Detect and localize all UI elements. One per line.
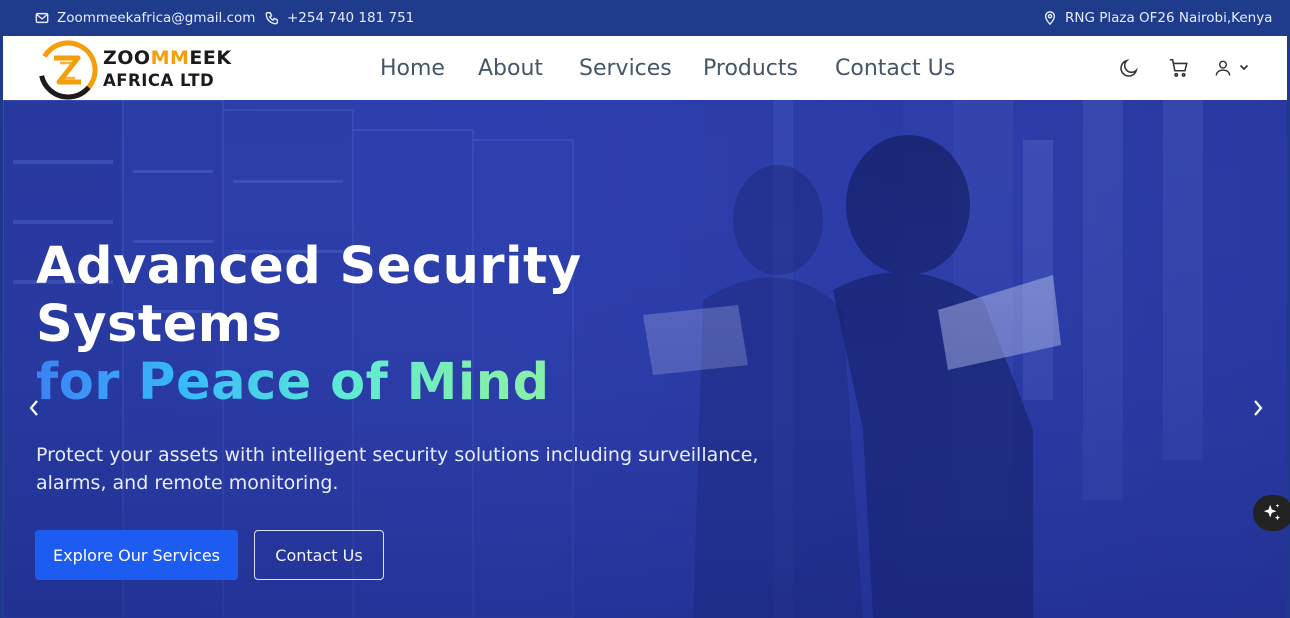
hero-slider: Advanced Security Systems for Peace of M… [3, 100, 1287, 618]
address-contact: RNG Plaza OF26 Nairobi,Kenya [1043, 0, 1272, 36]
hero-title-line1: Advanced Security [36, 237, 582, 296]
hero-title-line2: Systems [36, 295, 283, 354]
email-contact[interactable]: Zoommeekafrica@gmail.com [35, 0, 255, 36]
ai-assistant-button[interactable] [1253, 495, 1290, 531]
slider-prev-button[interactable] [27, 398, 41, 422]
chevron-right-icon [1254, 400, 1263, 416]
nav-item-about[interactable]: About [478, 56, 543, 81]
location-pin-icon [1044, 11, 1056, 25]
explore-services-button[interactable]: Explore Our Services [35, 530, 238, 580]
contact-us-button[interactable]: Contact Us [254, 530, 384, 580]
moon-icon[interactable] [1118, 57, 1140, 79]
chevron-down-icon[interactable] [1238, 61, 1250, 73]
address-text: RNG Plaza OF26 Nairobi,Kenya [1065, 10, 1273, 26]
nav-item-home[interactable]: Home [380, 56, 445, 81]
nav-item-contact-us[interactable]: Contact Us [835, 56, 955, 81]
hero-title-highlight: for Peace of Mind [36, 353, 550, 412]
slider-next-button[interactable] [1251, 398, 1265, 422]
phone-icon [265, 12, 278, 25]
nav-item-products[interactable]: Products [703, 56, 798, 81]
cart-icon[interactable] [1168, 57, 1190, 79]
primary-menu: Home About Services Products Contact Us [3, 36, 1287, 100]
nav-item-services[interactable]: Services [579, 56, 672, 81]
mail-icon [35, 12, 49, 24]
hero-description: Protect your assets with intelligent sec… [36, 444, 759, 494]
top-contact-bar: Zoommeekafrica@gmail.com +254 740 181 75… [0, 0, 1290, 36]
phone-contact[interactable]: +254 740 181 751 [265, 0, 414, 36]
chevron-left-icon [29, 400, 38, 416]
email-text: Zoommeekafrica@gmail.com [57, 10, 256, 26]
hero-title: Advanced Security Systems for Peace of M… [36, 238, 582, 412]
phone-text: +254 740 181 751 [287, 10, 415, 26]
main-navbar: ZOOMMEEK AFRICA LTD Home About Services … [3, 36, 1287, 100]
sparkle-icon [1263, 503, 1281, 521]
user-icon[interactable] [1213, 58, 1233, 78]
